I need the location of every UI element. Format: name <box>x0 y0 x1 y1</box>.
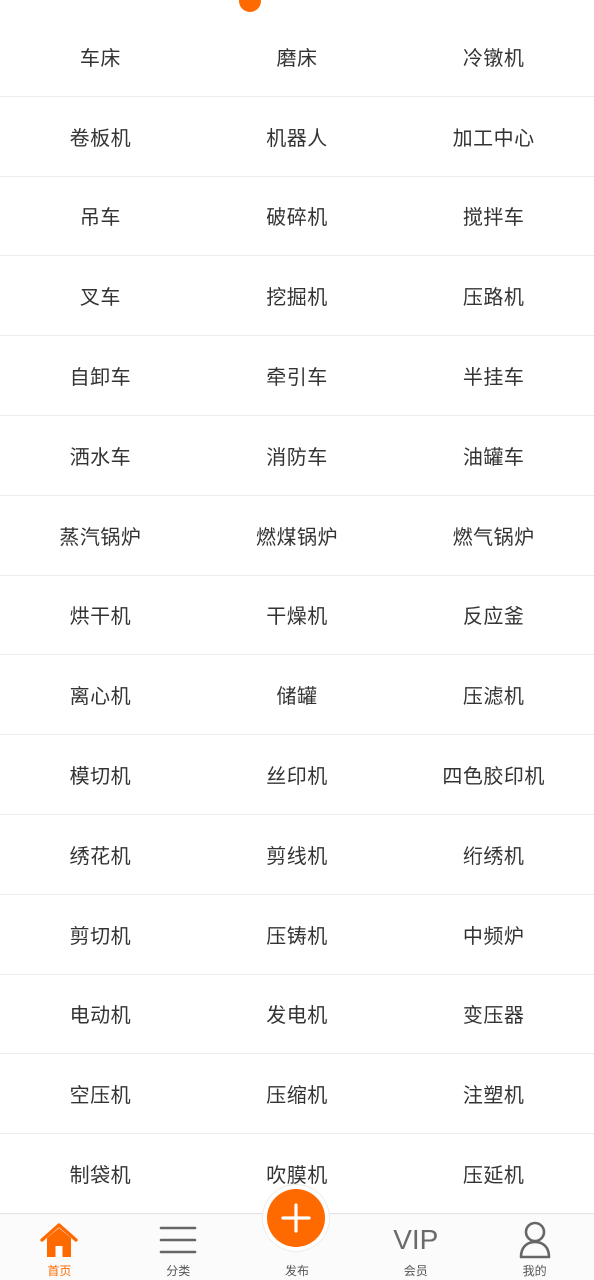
category-item[interactable]: 丝印机 <box>199 735 396 814</box>
publish-button[interactable] <box>263 1185 329 1251</box>
category-item[interactable]: 蒸汽锅炉 <box>0 496 199 575</box>
category-item[interactable]: 四色胶印机 <box>395 735 594 814</box>
category-item[interactable]: 电动机 <box>0 975 199 1054</box>
tab-mine-label: 我的 <box>522 1264 547 1278</box>
category-item[interactable]: 叉车 <box>0 256 199 335</box>
category-row: 卷板机 机器人 加工中心 <box>0 96 594 177</box>
category-item[interactable]: 燃气锅炉 <box>395 496 594 575</box>
category-row: 离心机 储罐 压滤机 <box>0 655 594 736</box>
category-row: 洒水车 消防车 油罐车 <box>0 415 594 496</box>
category-item[interactable]: 制袋机 <box>0 1134 199 1213</box>
category-item[interactable]: 消防车 <box>199 416 396 495</box>
vip-icon-text: VIP <box>393 1224 439 1255</box>
category-item[interactable]: 破碎机 <box>199 177 396 256</box>
category-item[interactable]: 加工中心 <box>395 97 594 176</box>
category-row: 叉车 挖掘机 压路机 <box>0 256 594 337</box>
header-peek: ··· <box>0 0 594 17</box>
category-item[interactable]: 发电机 <box>199 975 396 1054</box>
category-item[interactable]: 储罐 <box>199 655 396 734</box>
category-item[interactable]: 离心机 <box>0 655 199 734</box>
category-item[interactable]: 剪线机 <box>199 815 396 894</box>
category-row: 吊车 破碎机 搅拌车 <box>0 176 594 257</box>
category-item[interactable]: 卷板机 <box>0 97 199 176</box>
category-item[interactable]: 压路机 <box>395 256 594 335</box>
category-item[interactable]: 中频炉 <box>395 895 594 974</box>
category-row: 模切机 丝印机 四色胶印机 <box>0 735 594 815</box>
category-item[interactable]: 变压器 <box>395 975 594 1054</box>
category-row: 蒸汽锅炉 燃煤锅炉 燃气锅炉 <box>0 495 594 576</box>
category-row: 绣花机 剪线机 绗绣机 <box>0 814 594 895</box>
category-item[interactable]: 空压机 <box>0 1054 199 1133</box>
category-item[interactable]: 车床 <box>0 17 199 96</box>
category-item[interactable]: 压延机 <box>395 1134 594 1213</box>
category-item[interactable]: 干燥机 <box>199 576 396 655</box>
category-item[interactable]: 挖掘机 <box>199 256 396 335</box>
category-row: 剪切机 压铸机 中频炉 <box>0 894 594 975</box>
category-row: 自卸车 牵引车 半挂车 <box>0 336 594 416</box>
category-row: 车床 磨床 冷镦机 <box>0 17 594 97</box>
plus-icon <box>267 1189 325 1247</box>
category-item[interactable]: 冷镦机 <box>395 17 594 96</box>
tab-mine[interactable]: 我的 <box>475 1214 594 1280</box>
category-item[interactable]: 压缩机 <box>199 1054 396 1133</box>
tab-home-label: 首页 <box>47 1264 72 1278</box>
category-item[interactable]: 反应釜 <box>395 576 594 655</box>
tab-publish-label: 发布 <box>284 1264 309 1278</box>
category-item[interactable]: 机器人 <box>199 97 396 176</box>
category-row: 电动机 发电机 变压器 <box>0 974 594 1055</box>
category-row: 空压机 压缩机 注塑机 <box>0 1054 594 1135</box>
vip-icon: VIP <box>393 1220 439 1260</box>
category-item[interactable]: 自卸车 <box>0 336 199 415</box>
tab-category-label: 分类 <box>166 1264 191 1278</box>
category-item[interactable]: 压滤机 <box>395 655 594 734</box>
category-item[interactable]: 油罐车 <box>395 416 594 495</box>
category-item[interactable]: 绣花机 <box>0 815 199 894</box>
header-peek-text: ··· <box>270 0 287 8</box>
category-item[interactable]: 牵引车 <box>199 336 396 415</box>
menu-icon <box>158 1220 198 1260</box>
tab-category[interactable]: 分类 <box>119 1214 238 1280</box>
user-icon <box>515 1220 555 1260</box>
home-icon <box>39 1220 79 1260</box>
category-grid: 车床 磨床 冷镦机 卷板机 机器人 加工中心 吊车 破碎机 搅拌车 叉车 挖掘机 压路机 自卸车 牵引车半… <box>0 17 594 1214</box>
tab-vip-label: 会员 <box>403 1264 428 1278</box>
category-item[interactable]: 磨床 <box>199 17 396 96</box>
category-item[interactable]: 燃煤锅炉 <box>199 496 396 575</box>
tab-vip[interactable]: VIP 会员 <box>356 1214 475 1280</box>
category-item[interactable]: 压铸机 <box>199 895 396 974</box>
category-item[interactable]: 模切机 <box>0 735 199 814</box>
header-logo-icon <box>239 0 261 12</box>
tab-home[interactable]: 首页 <box>0 1214 119 1280</box>
category-item[interactable]: 注塑机 <box>395 1054 594 1133</box>
category-item[interactable]: 剪切机 <box>0 895 199 974</box>
category-page: ··· 车床磨床冷镦机卷板机机器人加工中心吊车破碎机搅拌车叉车挖掘机压路机自卸车… <box>0 0 594 1280</box>
category-item[interactable]: 洒水车 <box>0 416 199 495</box>
category-item[interactable]: 吊车 <box>0 177 199 256</box>
category-item[interactable]: 绗绣机 <box>395 815 594 894</box>
category-item[interactable]: 烘干机 <box>0 576 199 655</box>
category-item[interactable]: 半挂车 <box>395 336 594 415</box>
category-row: 烘干机 干燥机 反应釜 <box>0 575 594 656</box>
category-item[interactable]: 搅拌车 <box>395 177 594 256</box>
